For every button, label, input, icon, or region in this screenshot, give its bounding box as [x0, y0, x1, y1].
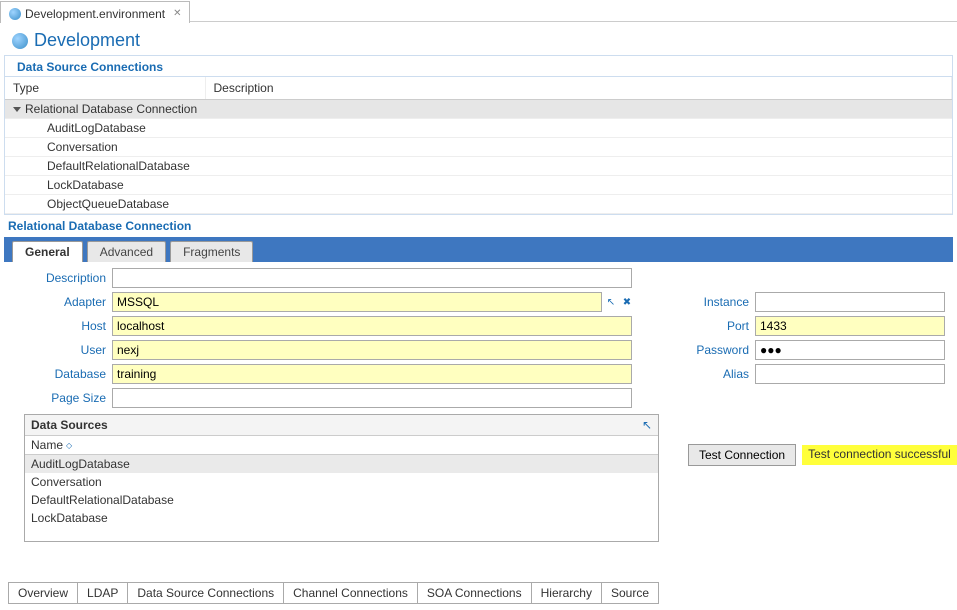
list-item[interactable]: Conversation: [25, 473, 658, 491]
label-user: User: [12, 343, 112, 357]
tab-advanced[interactable]: Advanced: [87, 241, 166, 262]
label-description: Description: [12, 271, 112, 285]
table-row[interactable]: Conversation: [5, 138, 952, 157]
port-input[interactable]: [755, 316, 945, 336]
file-tab[interactable]: Development.environment ✕: [0, 1, 190, 23]
table-row[interactable]: ObjectQueueDatabase: [5, 195, 952, 214]
file-tab-bar: Development.environment ✕: [0, 0, 957, 22]
chevron-down-icon: [13, 107, 21, 112]
table-row[interactable]: DefaultRelationalDatabase: [5, 157, 952, 176]
user-input[interactable]: [112, 340, 632, 360]
form-area: Description Adapter ↖ ✖ Instance Host Po: [0, 262, 957, 546]
close-icon[interactable]: ✕: [173, 8, 181, 19]
datasources-list[interactable]: AuditLogDatabase Conversation DefaultRel…: [25, 455, 658, 541]
list-item[interactable]: DefaultRelationalDatabase: [25, 491, 658, 509]
file-tab-label: Development.environment: [25, 7, 165, 21]
connections-table-box: Type Description Relational Database Con…: [4, 77, 953, 215]
label-alias: Alias: [690, 367, 755, 381]
tab-header: General Advanced Fragments: [4, 237, 953, 262]
connections-table: Type Description Relational Database Con…: [5, 77, 952, 214]
host-input[interactable]: [112, 316, 632, 336]
test-connection-button[interactable]: Test Connection: [688, 444, 796, 466]
table-row[interactable]: LockDatabase: [5, 176, 952, 195]
adapter-input[interactable]: [112, 292, 602, 312]
bottom-tab-ldap[interactable]: LDAP: [77, 582, 128, 604]
col-description[interactable]: Description: [205, 77, 952, 100]
description-input[interactable]: [112, 268, 632, 288]
tab-general[interactable]: General: [12, 241, 83, 262]
datasources-panel: Data Sources ↖ Name ◇ AuditLogDatabase C…: [24, 414, 659, 542]
cursor-icon[interactable]: ↖: [642, 418, 652, 432]
col-type[interactable]: Type: [5, 77, 205, 100]
bottom-tab-dsc[interactable]: Data Source Connections: [127, 582, 284, 604]
sort-diamond-icon: ◇: [66, 441, 72, 450]
datasources-title: Data Sources: [31, 418, 108, 432]
bottom-tab-channel[interactable]: Channel Connections: [283, 582, 418, 604]
database-input[interactable]: [112, 364, 632, 384]
group-label: Relational Database Connection: [25, 102, 197, 116]
page-title-row: Development: [0, 22, 957, 55]
label-password: Password: [690, 343, 755, 357]
label-instance: Instance: [690, 295, 755, 309]
cursor-icon[interactable]: ↖: [604, 295, 618, 309]
label-host: Host: [12, 319, 112, 333]
datasources-name-col[interactable]: Name ◇: [25, 436, 658, 455]
page-title: Development: [34, 30, 140, 51]
test-connection-result: Test connection successful: [802, 445, 957, 465]
bottom-tab-source[interactable]: Source: [601, 582, 659, 604]
bottom-tab-hierarchy[interactable]: Hierarchy: [531, 582, 602, 604]
tab-fragments[interactable]: Fragments: [170, 241, 253, 262]
list-item[interactable]: AuditLogDatabase: [25, 455, 658, 473]
alias-input[interactable]: [755, 364, 945, 384]
globe-icon: [12, 33, 28, 49]
bottom-tabs: Overview LDAP Data Source Connections Ch…: [8, 582, 658, 604]
label-port: Port: [690, 319, 755, 333]
subsection-heading: Relational Database Connection: [0, 215, 957, 233]
clear-icon[interactable]: ✖: [620, 295, 634, 309]
label-database: Database: [12, 367, 112, 381]
group-row[interactable]: Relational Database Connection: [5, 100, 952, 119]
label-pagesize: Page Size: [12, 391, 112, 405]
list-item[interactable]: LockDatabase: [25, 509, 658, 527]
test-connection-area: Test Connection Test connection successf…: [688, 444, 957, 466]
table-row[interactable]: AuditLogDatabase: [5, 119, 952, 138]
password-input[interactable]: [755, 340, 945, 360]
instance-input[interactable]: [755, 292, 945, 312]
bottom-tab-soa[interactable]: SOA Connections: [417, 582, 532, 604]
pagesize-input[interactable]: [112, 388, 632, 408]
bottom-tab-overview[interactable]: Overview: [8, 582, 78, 604]
globe-icon: [9, 8, 21, 20]
label-adapter: Adapter: [12, 295, 112, 309]
section-heading: Data Source Connections: [4, 55, 953, 77]
